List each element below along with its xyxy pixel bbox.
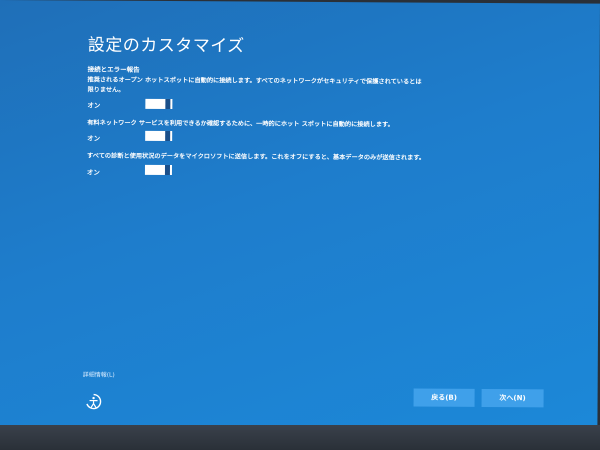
page-title: 設定のカスタマイズ	[87, 35, 245, 57]
toggle-thumb	[164, 165, 170, 176]
section-heading: 接続とエラー報告	[87, 65, 140, 74]
next-button[interactable]: 次へ(N)	[481, 388, 544, 408]
ease-of-access-icon[interactable]	[83, 392, 103, 412]
setting-state-label: オン	[87, 101, 101, 110]
details-link[interactable]: 詳細情報(L)	[83, 370, 115, 379]
monitor-bezel	[0, 425, 600, 450]
setting-state-label: オン	[87, 134, 101, 143]
toggle-open-hotspots[interactable]	[145, 98, 173, 110]
back-button[interactable]: 戻る(B)	[413, 388, 475, 407]
toggle-diagnostics[interactable]	[144, 164, 172, 176]
setting-description-diagnostics: すべての診断と使用状況のデータをマイクロソフトに送信します。これをオフにすると、…	[87, 152, 426, 162]
setting-description-open-hotspots: 推奨されるオープン ホットスポットに自動的に接続します。すべてのネットワークがセ…	[87, 76, 422, 94]
setup-screen: 設定のカスタマイズ 接続とエラー報告 推奨されるオープン ホットスポットに自動的…	[0, 0, 600, 429]
toggle-paid-hotspots[interactable]	[145, 130, 173, 142]
setting-state-label: オン	[86, 168, 100, 177]
setting-description-paid-hotspots: 有料ネットワーク サービスを利用できるか確認するために、一時的にホット スポット…	[87, 119, 394, 129]
toggle-thumb	[165, 99, 171, 110]
toggle-thumb	[165, 131, 171, 142]
